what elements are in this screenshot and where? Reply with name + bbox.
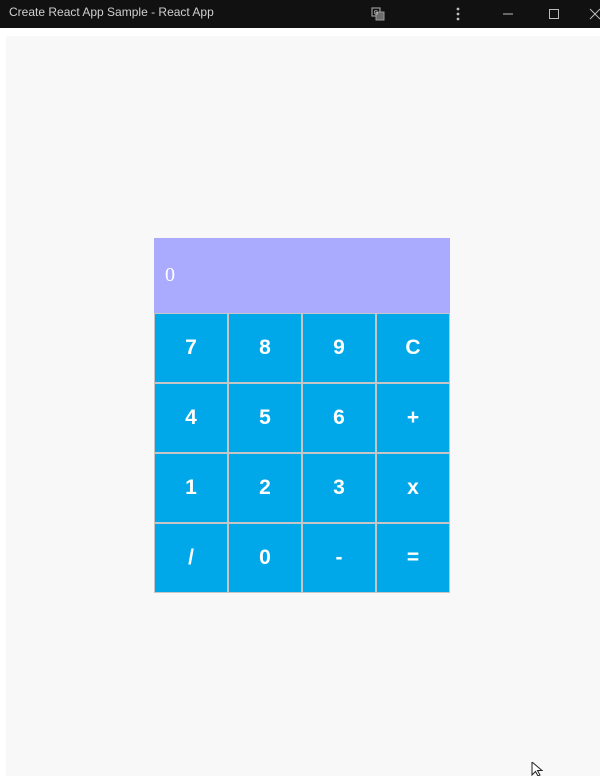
translate-icon[interactable]: G bbox=[368, 0, 388, 28]
clear-button[interactable]: C bbox=[376, 313, 450, 383]
key-6-button[interactable]: 6 bbox=[302, 383, 376, 453]
svg-text:G: G bbox=[374, 10, 379, 17]
key-7-button[interactable]: 7 bbox=[154, 313, 228, 383]
key-2-button[interactable]: 2 bbox=[228, 453, 302, 523]
more-vertical-icon[interactable] bbox=[450, 0, 466, 28]
page-content: 0 7 8 9 C 4 5 6 + 1 2 3 x / 0 - = bbox=[6, 36, 600, 776]
key-0-button[interactable]: 0 bbox=[228, 523, 302, 593]
divide-button[interactable]: / bbox=[154, 523, 228, 593]
key-5-button[interactable]: 5 bbox=[228, 383, 302, 453]
key-3-button[interactable]: 3 bbox=[302, 453, 376, 523]
key-4-button[interactable]: 4 bbox=[154, 383, 228, 453]
subtract-button[interactable]: - bbox=[302, 523, 376, 593]
key-8-button[interactable]: 8 bbox=[228, 313, 302, 383]
mouse-pointer-icon bbox=[531, 760, 545, 777]
display-value: 0 bbox=[165, 264, 175, 286]
calculator-display: 0 bbox=[154, 238, 450, 313]
keypad: 7 8 9 C 4 5 6 + 1 2 3 x / 0 - = bbox=[154, 313, 450, 593]
minimize-icon[interactable] bbox=[500, 0, 516, 28]
multiply-button[interactable]: x bbox=[376, 453, 450, 523]
key-1-button[interactable]: 1 bbox=[154, 453, 228, 523]
close-icon[interactable] bbox=[588, 0, 600, 28]
window-title: Create React App Sample - React App bbox=[9, 5, 214, 19]
calculator: 0 7 8 9 C 4 5 6 + 1 2 3 x / 0 - = bbox=[154, 238, 450, 593]
add-button[interactable]: + bbox=[376, 383, 450, 453]
maximize-icon[interactable] bbox=[546, 0, 562, 28]
equals-button[interactable]: = bbox=[376, 523, 450, 593]
key-9-button[interactable]: 9 bbox=[302, 313, 376, 383]
window-titlebar: Create React App Sample - React App G bbox=[0, 0, 600, 28]
